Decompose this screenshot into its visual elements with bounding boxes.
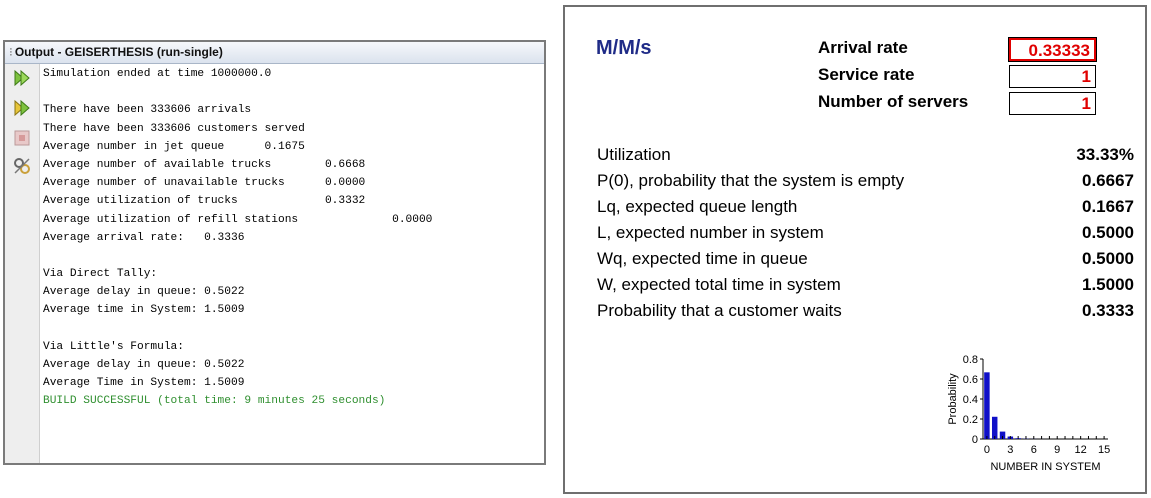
output-toolbar xyxy=(5,64,40,463)
output-line: Via Direct Tally: xyxy=(43,268,158,281)
x-tick-label: 0 xyxy=(984,444,990,456)
mms-panel: M/M/s Arrival rate 0.33333 Service rate … xyxy=(563,5,1147,494)
y-tick-label: 0 xyxy=(972,434,978,446)
output-line: Simulation ended at time 1000000.0 xyxy=(43,68,272,80)
y-tick-label: 0.4 xyxy=(963,394,978,406)
output-window: ⁝ Output - GEISERTHESIS (run-single) Sim… xyxy=(3,40,546,465)
y-tick-label: 0.8 xyxy=(963,354,978,366)
output-line: Average arrival rate: 0.3336 xyxy=(43,231,245,244)
bar xyxy=(991,416,998,439)
settings-icon[interactable] xyxy=(12,156,32,176)
y-axis-label: Probability xyxy=(947,373,959,425)
output-line: There have been 333606 customers served xyxy=(43,122,305,135)
x-axis-label: NUMBER IN SYSTEM xyxy=(990,461,1100,473)
p0-label: P(0), probability that the system is emp… xyxy=(597,171,905,190)
x-tick-label: 6 xyxy=(1031,444,1037,456)
output-window-titlebar[interactable]: ⁝ Output - GEISERTHESIS (run-single) xyxy=(5,42,544,64)
rerun-with-options-icon[interactable] xyxy=(12,98,32,118)
wq-value: 0.5000 xyxy=(1082,249,1134,268)
wq-label: Wq, expected time in queue xyxy=(597,249,808,268)
y-tick-label: 0.6 xyxy=(963,374,978,386)
w-label: W, expected total time in system xyxy=(597,275,841,294)
x-tick-label: 15 xyxy=(1098,444,1110,456)
x-tick-label: 12 xyxy=(1075,444,1087,456)
rerun-icon[interactable] xyxy=(12,68,32,88)
output-line: Average delay in queue: 0.5022 xyxy=(43,286,245,299)
service-rate-input[interactable]: 1 xyxy=(1009,65,1096,88)
output-line: Average utilization of refill stations 0… xyxy=(43,213,433,226)
number-of-servers-label: Number of servers xyxy=(818,92,969,111)
output-line: Via Little's Formula: xyxy=(43,340,184,353)
drag-grip-icon[interactable]: ⁝ xyxy=(9,45,13,59)
wait-probability-label: Probability that a customer waits xyxy=(597,301,842,320)
stop-icon[interactable] xyxy=(12,128,32,148)
output-line: Average number of unavailable trucks 0.0… xyxy=(43,177,366,190)
probability-chart: 0 0.2 0.4 0.6 0.8 0 3 6 9 12 15 NUMBER IN SYSTEM Pro… xyxy=(947,354,1110,473)
wait-probability-value: 0.3333 xyxy=(1082,301,1134,320)
output-line: Average time in System: 1.5009 xyxy=(43,304,245,317)
output-line: Average delay in queue: 0.5022 xyxy=(43,359,245,371)
output-line: Average number in jet queue 0.1675 xyxy=(43,140,305,153)
p0-value: 0.6667 xyxy=(1082,171,1134,190)
lq-label: Lq, expected queue length xyxy=(597,197,798,216)
arrival-rate-input[interactable]: 0.33333 xyxy=(1008,37,1097,62)
output-line: There have been 333606 arrivals xyxy=(43,104,252,117)
model-title: M/M/s xyxy=(596,37,652,59)
output-line: Average Time in System: 1.5009 xyxy=(43,377,245,390)
service-rate-label: Service rate xyxy=(818,65,915,84)
l-label: L, expected number in system xyxy=(597,223,824,242)
l-value: 0.5000 xyxy=(1082,223,1134,242)
bar xyxy=(984,372,990,439)
output-console[interactable]: Simulation ended at time 1000000.0 There … xyxy=(43,65,540,463)
output-window-title: Output - GEISERTHESIS (run-single) xyxy=(14,45,223,59)
output-line: BUILD SUCCESSFUL (total time: 9 minutes … xyxy=(43,395,386,408)
output-line: Average number of available trucks 0.666… xyxy=(43,158,366,171)
arrival-rate-label: Arrival rate xyxy=(818,38,908,57)
utilization-label: Utilization xyxy=(597,145,671,164)
number-of-servers-input[interactable]: 1 xyxy=(1009,92,1096,115)
output-line: Average utilization of trucks 0.3332 xyxy=(43,195,366,208)
x-tick-label: 9 xyxy=(1054,444,1060,456)
utilization-value: 33.33% xyxy=(1076,145,1134,164)
lq-value: 0.1667 xyxy=(1082,197,1134,216)
y-tick-label: 0.2 xyxy=(963,414,978,426)
x-tick-label: 3 xyxy=(1007,444,1013,456)
w-value: 1.5000 xyxy=(1082,275,1134,294)
